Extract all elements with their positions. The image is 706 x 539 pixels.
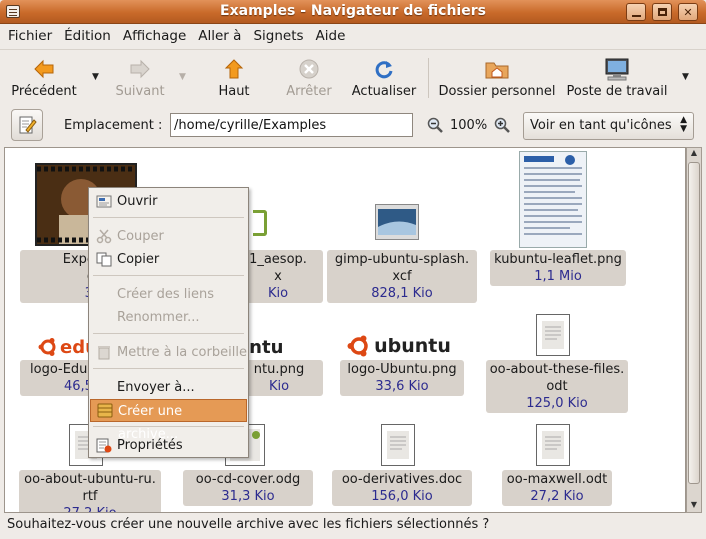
back-history-dropdown[interactable]: ▼ <box>92 72 99 82</box>
open-icon <box>96 195 112 208</box>
toolbar: Précédent ▼ Suivant ▼ Haut Arrêter Actua… <box>0 49 706 105</box>
toggle-location-button[interactable] <box>11 109 43 141</box>
scrollbar-thumb[interactable] <box>688 162 700 484</box>
forward-history-dropdown[interactable]: ▼ <box>179 72 186 82</box>
title-bar[interactable]: Examples - Navigateur de fichiers ✕ <box>0 0 706 24</box>
properties-icon <box>96 438 112 453</box>
edit-note-icon <box>19 116 37 134</box>
stop-button[interactable]: Arrêter <box>276 54 342 99</box>
close-button[interactable]: ✕ <box>678 3 698 21</box>
menu-item-send-to[interactable]: Envoyer à... <box>90 376 247 399</box>
toolbar-overflow-dropdown[interactable]: ▼ <box>682 72 689 82</box>
close-icon: ✕ <box>683 5 693 19</box>
view-mode-select[interactable]: Voir en tant qu'icônes ▲ ▼ <box>523 112 694 140</box>
menu-item-cut[interactable]: Couper <box>90 225 247 248</box>
text-document-icon <box>381 424 415 466</box>
text-document-icon <box>536 424 570 466</box>
zoom-out-button[interactable] <box>427 117 443 137</box>
minimize-icon <box>631 15 641 17</box>
spin-arrows-icon: ▲ ▼ <box>680 115 687 134</box>
ubuntu-logo-icon: ubuntu <box>347 332 451 360</box>
location-label: Emplacement : <box>64 118 163 133</box>
location-input[interactable] <box>170 113 413 137</box>
back-button[interactable]: Précédent <box>8 54 80 99</box>
stop-icon <box>299 59 319 79</box>
menu-separator <box>93 368 244 369</box>
location-bar: Emplacement : 100% Voir en tant qu'icône… <box>0 106 706 146</box>
menu-item-properties[interactable]: Propriétés <box>90 434 247 457</box>
vertical-scrollbar[interactable]: ▲ ▼ <box>686 147 702 513</box>
reload-icon <box>375 61 393 79</box>
menu-aide[interactable]: Aide <box>310 28 352 44</box>
up-arrow-icon <box>224 59 244 79</box>
menu-aller[interactable]: Aller à <box>192 28 247 44</box>
scroll-up-icon[interactable]: ▲ <box>687 148 701 160</box>
menu-separator <box>93 333 244 334</box>
context-menu: Ouvrir Couper Copier Créer des liens Ren… <box>88 187 249 458</box>
computer-button[interactable]: Poste de travail <box>562 54 672 99</box>
copy-icon <box>96 252 112 267</box>
back-arrow-icon <box>34 59 54 79</box>
menu-item-create-archive[interactable]: Créer une archive... <box>90 399 247 442</box>
menu-item-trash[interactable]: Mettre à la corbeille <box>90 341 247 364</box>
menu-separator <box>93 275 244 276</box>
menu-item-copy[interactable]: Copier <box>90 248 247 271</box>
document-icon <box>253 210 267 236</box>
forward-button[interactable]: Suivant <box>104 54 176 99</box>
home-folder-icon <box>485 62 509 79</box>
menu-separator <box>93 426 244 427</box>
menu-item-rename[interactable]: Renommer... <box>90 306 247 329</box>
forward-arrow-icon <box>130 59 150 79</box>
reload-button[interactable]: Actualiser <box>348 54 420 99</box>
minimize-button[interactable] <box>626 3 646 21</box>
computer-icon <box>605 58 629 81</box>
home-folder-button[interactable]: Dossier personnel <box>436 54 558 99</box>
text-document-icon <box>536 314 570 356</box>
zoom-in-icon <box>494 117 510 133</box>
up-button[interactable]: Haut <box>200 54 268 99</box>
zoom-level[interactable]: 100% <box>450 118 487 133</box>
status-bar: Souhaitez-vous créer une nouvelle archiv… <box>7 517 490 532</box>
window-title: Examples - Navigateur de fichiers <box>220 3 486 19</box>
menu-affichage[interactable]: Affichage <box>117 28 192 44</box>
maximize-button[interactable] <box>652 3 672 21</box>
zoom-out-icon <box>427 117 443 133</box>
trash-icon <box>98 346 110 360</box>
leaflet-thumbnail-icon <box>519 151 587 248</box>
menu-item-open[interactable]: Ouvrir <box>90 190 247 213</box>
menu-separator <box>93 217 244 218</box>
menu-edition[interactable]: Édition <box>58 28 117 44</box>
menu-bar: Fichier Édition Affichage Aller à Signet… <box>0 24 706 48</box>
image-icon <box>375 204 419 240</box>
menu-item-create-links[interactable]: Créer des liens <box>90 283 247 306</box>
scroll-down-icon[interactable]: ▼ <box>687 500 701 512</box>
archive-icon <box>97 403 113 418</box>
menu-fichier[interactable]: Fichier <box>0 28 58 44</box>
toolbar-separator <box>428 58 429 98</box>
ubuntu-logo-icon: ıntu <box>243 336 284 358</box>
menu-signets[interactable]: Signets <box>247 28 309 44</box>
scissors-icon <box>96 229 112 244</box>
view-mode-value: Voir en tant qu'icônes <box>530 118 672 133</box>
zoom-in-button[interactable] <box>494 117 510 137</box>
maximize-icon <box>657 8 667 16</box>
